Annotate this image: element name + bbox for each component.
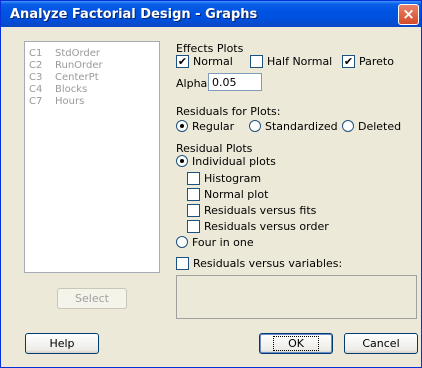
column-id: C7 — [29, 96, 43, 107]
half-normal-checkbox[interactable] — [250, 55, 263, 68]
residuals-vs-fits-label: Residuals versus fits — [204, 204, 317, 217]
column-name: StdOrder — [55, 48, 101, 59]
standardized-radio[interactable] — [249, 120, 261, 132]
close-icon[interactable]: × — [398, 4, 419, 25]
dialog-window: Analyze Factorial Design - Graphs × C1 S… — [0, 0, 422, 368]
individual-plots-radio[interactable] — [176, 155, 188, 167]
four-in-one-label: Four in one — [192, 236, 254, 249]
normal-plot-label: Normal plot — [204, 188, 269, 201]
column-id: C1 — [29, 48, 43, 59]
dialog-title: Analyze Factorial Design - Graphs — [10, 7, 258, 22]
residuals-variables-input[interactable] — [176, 275, 417, 319]
histogram-checkbox[interactable] — [187, 172, 200, 185]
column-name: CenterPt — [55, 72, 99, 83]
cancel-button[interactable]: Cancel — [344, 333, 418, 354]
variable-list[interactable]: C1 StdOrder C2 RunOrder C3 CenterPt C4 B… — [24, 41, 160, 273]
residuals-vs-variables-label: Residuals versus variables: — [193, 257, 343, 270]
help-button[interactable]: Help — [25, 333, 99, 354]
residuals-for-plots-label: Residuals for Plots: — [176, 105, 281, 118]
radio-selected-dot — [180, 159, 184, 163]
residuals-vs-order-checkbox[interactable] — [187, 220, 200, 233]
residuals-vs-fits-checkbox[interactable] — [187, 204, 200, 217]
column-name: RunOrder — [55, 60, 103, 71]
effects-plots-label: Effects Plots — [176, 42, 244, 55]
column-id: C2 — [29, 60, 43, 71]
residuals-vs-order-label: Residuals versus order — [204, 220, 329, 233]
normal-plot-checkbox[interactable] — [187, 188, 200, 201]
pareto-checkbox-label: Pareto — [359, 55, 394, 68]
histogram-label: Histogram — [204, 172, 262, 185]
normal-checkbox-label: Normal — [193, 55, 233, 68]
normal-checkbox[interactable]: ✔ — [176, 55, 189, 68]
standardized-radio-label: Standardized — [265, 120, 338, 133]
four-in-one-radio[interactable] — [176, 236, 188, 248]
column-name: Hours — [55, 96, 85, 107]
ok-button-label: OK — [273, 336, 319, 351]
residuals-vs-variables-checkbox[interactable] — [176, 257, 189, 270]
regular-radio[interactable] — [176, 120, 188, 132]
deleted-radio-label: Deleted — [358, 120, 402, 133]
column-id: C4 — [29, 84, 43, 95]
half-normal-checkbox-label: Half Normal — [267, 55, 333, 68]
individual-plots-label: Individual plots — [192, 155, 276, 168]
radio-selected-dot — [180, 124, 184, 128]
alpha-input[interactable] — [208, 73, 262, 91]
ok-button[interactable]: OK — [259, 333, 333, 354]
deleted-radio[interactable] — [342, 120, 354, 132]
title-bar[interactable]: Analyze Factorial Design - Graphs × — [1, 1, 421, 27]
alpha-label: Alpha: — [176, 77, 211, 90]
regular-radio-label: Regular — [192, 120, 235, 133]
pareto-checkbox[interactable]: ✔ — [342, 55, 355, 68]
column-id: C3 — [29, 72, 43, 83]
select-button[interactable]: Select — [57, 288, 127, 309]
residual-plots-label: Residual Plots — [176, 142, 253, 155]
column-name: Blocks — [55, 84, 88, 95]
